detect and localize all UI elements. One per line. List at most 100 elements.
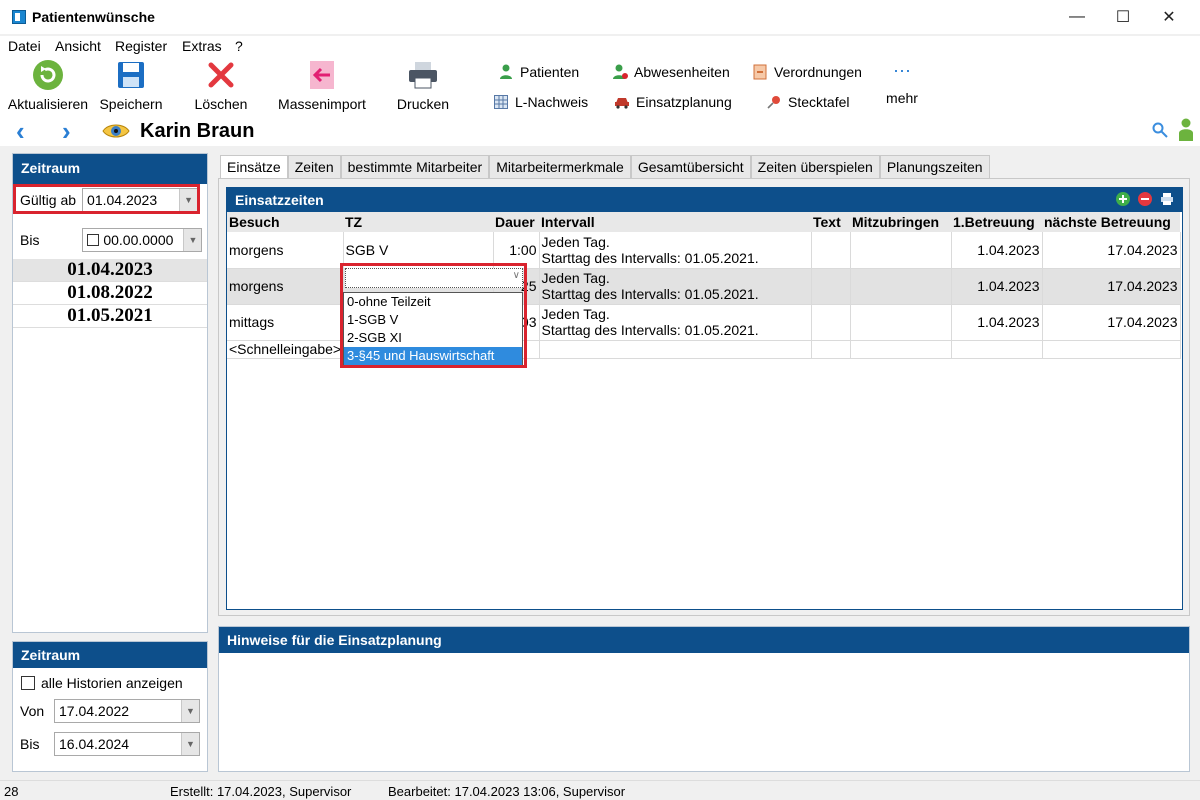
tab-mitarbeitermerkmale[interactable]: Mitarbeitermerkmale: [489, 155, 631, 179]
more-label: mehr: [886, 90, 918, 106]
column-header[interactable]: TZ: [343, 212, 493, 232]
cell-naechste-betreuung[interactable]: 17.04.2023: [1042, 232, 1181, 269]
add-icon[interactable]: [1116, 192, 1130, 209]
chevron-down-icon: ▼: [181, 700, 199, 722]
quick-entry-cell-empty[interactable]: [951, 340, 1043, 359]
cell-besuch[interactable]: morgens: [227, 268, 344, 305]
cell-besuch[interactable]: mittags: [227, 304, 344, 341]
date-list-item[interactable]: 01.04.2023: [13, 259, 207, 282]
search-icon[interactable]: [1152, 122, 1168, 141]
einsatz-panel-header: Einsatzzeiten: [227, 188, 1182, 212]
deployment-label: Einsatzplanung: [636, 94, 732, 110]
column-header[interactable]: Intervall: [539, 212, 811, 232]
date-list-item[interactable]: 01.08.2022: [13, 282, 207, 305]
delete-button[interactable]: Löschen: [188, 60, 254, 112]
history-until-value: 16.04.2024: [59, 736, 130, 752]
until-label: Bis: [20, 232, 40, 248]
cell-mitzubringen[interactable]: [850, 304, 952, 341]
column-header[interactable]: Dauer: [493, 212, 539, 232]
maximize-button[interactable]: ☐: [1100, 0, 1146, 34]
print-button[interactable]: Drucken: [390, 60, 456, 112]
cell-erste-betreuung[interactable]: 1.04.2023: [951, 268, 1043, 305]
cell-intervall[interactable]: Jeden Tag. Starttag des Intervalls: 01.05…: [539, 268, 812, 305]
column-header[interactable]: Mitzubringen: [850, 212, 951, 232]
from-combo[interactable]: 17.04.2022 ▼: [54, 699, 200, 723]
tab-zeiten[interactable]: Zeiten: [287, 155, 341, 179]
quick-entry-cell-empty[interactable]: [1042, 340, 1181, 359]
remove-icon[interactable]: [1138, 192, 1152, 209]
tab-einsaetze[interactable]: Einsätze: [220, 155, 288, 179]
close-button[interactable]: ✕: [1146, 0, 1192, 34]
import-button[interactable]: Massenimport: [276, 60, 368, 112]
menu-ansicht[interactable]: Ansicht: [55, 38, 101, 54]
cell-naechste-betreuung[interactable]: 17.04.2023: [1042, 304, 1181, 341]
cell-mitzubringen[interactable]: [850, 268, 952, 305]
column-header[interactable]: Text: [811, 212, 850, 232]
more-button[interactable]: ⋯ mehr: [878, 62, 926, 106]
absences-button[interactable]: Abwesenheiten: [612, 64, 730, 80]
print-icon[interactable]: [1160, 192, 1174, 209]
eye-icon[interactable]: [102, 121, 130, 144]
patients-button[interactable]: Patienten: [498, 64, 579, 80]
cell-mitzubringen[interactable]: [850, 232, 952, 269]
quick-entry-cell-empty[interactable]: [850, 340, 952, 359]
cell-naechste-betreuung[interactable]: 17.04.2023: [1042, 268, 1181, 305]
menu-help[interactable]: ?: [235, 38, 243, 54]
intervall-line: Jeden Tag.: [541, 306, 610, 322]
patient-name: Karin Braun: [140, 120, 255, 142]
menu-register[interactable]: Register: [115, 38, 167, 54]
until-checkbox[interactable]: [87, 234, 100, 246]
minimize-button[interactable]: —: [1054, 0, 1100, 34]
menu-extras[interactable]: Extras: [182, 38, 222, 54]
hints-textarea[interactable]: [221, 655, 1187, 769]
cell-intervall[interactable]: Jeden Tag. Starttag des Intervalls: 01.05…: [539, 304, 812, 341]
menu-datei[interactable]: Datei: [8, 38, 41, 54]
save-label: Speichern: [99, 96, 163, 112]
column-header[interactable]: 1.Betreuung: [951, 212, 1042, 232]
tab-gesamtuebersicht[interactable]: Gesamtübersicht: [630, 155, 751, 179]
status-edited: Bearbeitet: 17.04.2023 13:06, Supervisor: [388, 784, 626, 799]
date-list-item[interactable]: 01.05.2021: [13, 305, 207, 328]
grid-icon: [493, 94, 509, 110]
quick-entry-cell[interactable]: <Schnelleingabe>: [227, 340, 344, 359]
prescriptions-button[interactable]: Verordnungen: [752, 64, 862, 80]
save-button[interactable]: Speichern: [98, 60, 164, 112]
deployment-button[interactable]: Einsatzplanung: [614, 94, 732, 110]
cell-text[interactable]: [811, 268, 851, 305]
tab-bestimmte-mitarbeiter[interactable]: bestimmte Mitarbeiter: [340, 155, 490, 179]
intervall-line: Jeden Tag.: [541, 270, 610, 286]
car-icon: [614, 94, 630, 110]
l-proof-button[interactable]: L-Nachweis: [493, 94, 588, 110]
date-list: 01.04.2023 01.08.2022 01.05.2021: [13, 259, 207, 328]
window-title: Patientenwünsche: [32, 9, 155, 25]
show-all-label: alle Historien anzeigen: [41, 675, 183, 691]
cell-text[interactable]: [811, 304, 851, 341]
einsatz-panel: Einsatzzeiten Besuch TZ Dauer Intervall …: [226, 187, 1183, 610]
user-status-icon[interactable]: [1178, 118, 1194, 145]
title-bar: Patientenwünsche — ☐ ✕: [0, 0, 1200, 34]
cell-erste-betreuung[interactable]: 1.04.2023: [951, 304, 1043, 341]
cell-besuch[interactable]: morgens: [227, 232, 344, 269]
quick-entry-cell-empty[interactable]: [811, 340, 851, 359]
cell-intervall[interactable]: Jeden Tag. Starttag des Intervalls: 01.05…: [539, 232, 812, 269]
column-header[interactable]: nächste Betreuung: [1042, 212, 1180, 232]
from-value: 17.04.2022: [59, 703, 130, 719]
column-header[interactable]: Besuch: [227, 212, 343, 232]
history-until-combo[interactable]: 16.04.2024 ▼: [54, 732, 200, 756]
tab-zeiten-ueberspielen[interactable]: Zeiten überspielen: [750, 155, 880, 179]
until-combo[interactable]: 00.00.0000 ▼: [82, 228, 203, 252]
show-all-checkbox[interactable]: [21, 676, 35, 690]
tab-bar: Einsätze Zeiten bestimmte Mitarbeiter Mi…: [220, 155, 990, 179]
refresh-button[interactable]: Aktualisieren: [6, 60, 90, 112]
import-label: Massenimport: [278, 96, 366, 112]
cell-text[interactable]: [811, 232, 851, 269]
floppy-icon: [115, 60, 147, 90]
cell-erste-betreuung[interactable]: 1.04.2023: [951, 232, 1043, 269]
pinboard-button[interactable]: Stecktafel: [766, 94, 849, 110]
quick-entry-cell-empty[interactable]: [539, 340, 812, 359]
period-panel: Zeitraum Gültig ab 01.04.2023 ▼ Bis 00.0…: [12, 153, 208, 633]
forward-arrow-icon[interactable]: ›: [62, 118, 71, 144]
back-arrow-icon[interactable]: ‹: [16, 118, 25, 144]
until-value: 00.00.0000: [103, 232, 174, 248]
tab-planungszeiten[interactable]: Planungszeiten: [879, 155, 990, 179]
